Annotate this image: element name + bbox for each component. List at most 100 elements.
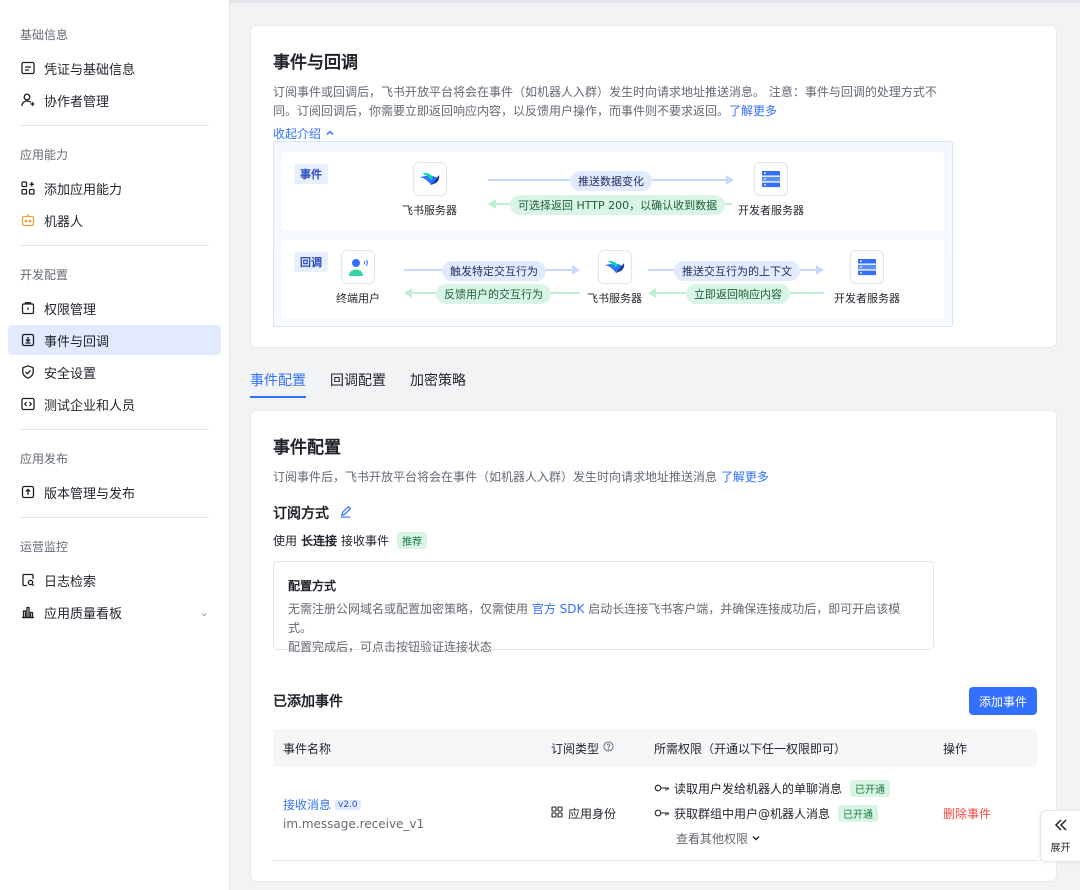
sidebar-item-quality[interactable]: 应用质量看板 ⌄ bbox=[8, 597, 221, 627]
add-event-button[interactable]: 添加事件 bbox=[968, 687, 1037, 715]
sidebar-item-versions[interactable]: 版本管理与发布 bbox=[8, 477, 221, 507]
arrow-right-icon bbox=[726, 175, 734, 185]
expand-panel-button[interactable]: 展开 bbox=[1040, 810, 1080, 862]
status-badge: 已开通 bbox=[850, 780, 891, 797]
user-icon bbox=[341, 250, 375, 284]
log-search-icon bbox=[20, 572, 36, 588]
sidebar-item-label: 安全设置 bbox=[44, 366, 97, 382]
key-icon bbox=[654, 807, 670, 821]
section-title: 事件配置 bbox=[273, 438, 341, 458]
code-icon bbox=[20, 396, 36, 412]
server-icon bbox=[850, 250, 884, 284]
feishu-logo-icon bbox=[412, 162, 447, 196]
sidebar-item-label: 测试企业和人员 bbox=[44, 398, 136, 414]
event-icon bbox=[20, 332, 36, 348]
sidebar-item-add-capability[interactable]: 添加应用能力 bbox=[8, 173, 221, 203]
config-tabs: 事件配置 回调配置 加密策略 bbox=[250, 360, 466, 400]
version-badge: v2.0 bbox=[335, 799, 361, 810]
server-icon bbox=[754, 162, 788, 196]
chevron-down-icon bbox=[751, 832, 761, 846]
event-config-card: 事件配置 订阅事件后，飞书开放平台将会在事件（如机器人入群）发生时向请求地址推送… bbox=[250, 410, 1057, 882]
event-return-label: 可选择返回 HTTP 200，以确认收到数据 bbox=[510, 195, 726, 215]
arrow-left-icon bbox=[404, 288, 412, 298]
event-push-label: 推送数据变化 bbox=[570, 171, 652, 191]
tab-event-config[interactable]: 事件配置 bbox=[250, 360, 306, 400]
table-row: 接收消息 v2.0 im.message.receive_v1 应用身份 读取用… bbox=[273, 767, 1037, 861]
help-icon[interactable] bbox=[603, 741, 614, 755]
feishu-server-node: 飞书服务器 bbox=[402, 162, 457, 218]
double-chevron-left-icon bbox=[1053, 818, 1069, 835]
feishu-logo-icon bbox=[597, 250, 632, 284]
learn-more-link[interactable]: 了解更多 bbox=[721, 470, 769, 484]
edit-icon[interactable] bbox=[339, 505, 352, 522]
subscribe-method-title: 订阅方式 bbox=[273, 503, 1034, 523]
config-method-box: 配置方式 无需注册公网域名或配置加密策略，仅需使用 官方 SDK 启动长连接飞书… bbox=[273, 561, 934, 654]
sidebar-item-credentials[interactable]: 凭证与基础信息 bbox=[8, 53, 221, 83]
event-tag: 事件 bbox=[294, 164, 328, 184]
robot-icon bbox=[20, 212, 36, 228]
events-table: 事件名称 订阅类型 所需权限（开通以下任一权限即可） 操作 接收消息 v2.0 … bbox=[273, 729, 1037, 861]
group-title-basic: 基础信息 bbox=[20, 28, 69, 42]
dev-server-node-2: 开发者服务器 bbox=[834, 250, 900, 306]
permission-icon bbox=[20, 300, 36, 316]
grid-icon bbox=[551, 806, 563, 821]
section-description: 订阅事件后，飞书开放平台将会在事件（如机器人入群）发生时向请求地址推送消息 了解… bbox=[273, 470, 769, 484]
cb-return-label: 立即返回响应内容 bbox=[686, 284, 790, 304]
apps-add-icon bbox=[20, 180, 36, 196]
arrow-right-icon bbox=[816, 265, 824, 275]
upload-icon bbox=[20, 484, 36, 500]
sidebar-divider bbox=[20, 245, 209, 246]
page-title: 事件与回调 bbox=[273, 53, 358, 73]
table-header: 事件名称 订阅类型 所需权限（开通以下任一权限即可） 操作 bbox=[273, 729, 1037, 767]
sidebar-divider bbox=[20, 517, 209, 518]
event-name-cell: 接收消息 v2.0 im.message.receive_v1 bbox=[273, 796, 551, 831]
sidebar-item-label: 事件与回调 bbox=[44, 334, 110, 350]
sidebar-item-robot[interactable]: 机器人 bbox=[8, 205, 221, 235]
added-events-header: 已添加事件 添加事件 bbox=[273, 687, 1037, 715]
chevron-down-icon[interactable]: ⌄ bbox=[200, 606, 209, 619]
group-title-dev: 开发配置 bbox=[20, 268, 69, 282]
event-name-link[interactable]: 接收消息 bbox=[283, 796, 331, 813]
sidebar-item-permissions[interactable]: 权限管理 bbox=[8, 293, 221, 323]
dev-server-node: 开发者服务器 bbox=[738, 162, 804, 218]
user-add-icon bbox=[20, 92, 36, 108]
arrow-right-icon bbox=[572, 265, 580, 275]
sidebar-item-security[interactable]: 安全设置 bbox=[8, 357, 221, 387]
view-more-permissions[interactable]: 查看其他权限 bbox=[676, 830, 761, 847]
status-badge: 已开通 bbox=[838, 805, 879, 822]
added-events-title: 已添加事件 bbox=[273, 694, 343, 710]
actions-cell: 删除事件 bbox=[933, 805, 1037, 822]
header-permissions: 所需权限（开通以下任一权限即可） bbox=[654, 741, 847, 756]
subscribe-mode: 使用 长连接 接收事件 推荐 bbox=[273, 532, 1034, 549]
collapse-intro-button[interactable]: 收起介绍 bbox=[273, 125, 335, 142]
chevron-up-icon bbox=[325, 127, 335, 141]
intro-description: 订阅事件或回调后，飞书开放平台将会在事件（如机器人入群）发生时向请求地址推送消息… bbox=[273, 85, 937, 118]
sidebar-item-label: 日志检索 bbox=[44, 574, 97, 590]
sdk-link[interactable]: 官方 SDK bbox=[532, 602, 585, 616]
cb-trigger-label: 触发特定交互行为 bbox=[442, 261, 546, 281]
sidebar-item-collaborators[interactable]: 协作者管理 bbox=[8, 85, 221, 115]
cb-feedback-label: 反馈用户的交互行为 bbox=[436, 284, 551, 304]
sidebar-item-label: 权限管理 bbox=[44, 302, 97, 318]
permission-item: 获取群组中用户@机器人消息 已开通 bbox=[654, 805, 933, 822]
arrow-left-icon bbox=[488, 199, 496, 209]
event-panel bbox=[282, 152, 944, 230]
sidebar-item-logs[interactable]: 日志检索 bbox=[8, 565, 221, 595]
header-event-name: 事件名称 bbox=[283, 741, 332, 756]
sidebar-item-label: 凭证与基础信息 bbox=[44, 62, 136, 78]
feishu-server-node-2: 飞书服务器 bbox=[587, 250, 642, 306]
sidebar-item-label: 机器人 bbox=[44, 214, 84, 230]
tab-encryption[interactable]: 加密策略 bbox=[410, 360, 466, 400]
tab-callback-config[interactable]: 回调配置 bbox=[330, 360, 386, 400]
callback-tag: 回调 bbox=[294, 252, 328, 272]
learn-more-link[interactable]: 了解更多 bbox=[729, 104, 777, 118]
id-card-icon bbox=[20, 60, 36, 76]
flow-diagram: 事件 飞书服务器 开发者服务器 推送数据变化 可选择返回 HTTP 200，以确… bbox=[273, 141, 953, 327]
key-icon bbox=[654, 782, 670, 796]
permissions-cell: 读取用户发给机器人的单聊消息 已开通 获取群组中用户@机器人消息 已开通 查看其… bbox=[654, 780, 933, 847]
sidebar-item-test-tenant[interactable]: 测试企业和人员 bbox=[8, 389, 221, 419]
intro-card: 事件与回调 订阅事件或回调后，飞书开放平台将会在事件（如机器人入群）发生时向请求… bbox=[250, 25, 1057, 348]
sidebar-item-events[interactable]: 事件与回调 bbox=[8, 325, 221, 355]
permission-item: 读取用户发给机器人的单聊消息 已开通 bbox=[654, 780, 933, 797]
delete-event-button[interactable]: 删除事件 bbox=[943, 807, 991, 821]
